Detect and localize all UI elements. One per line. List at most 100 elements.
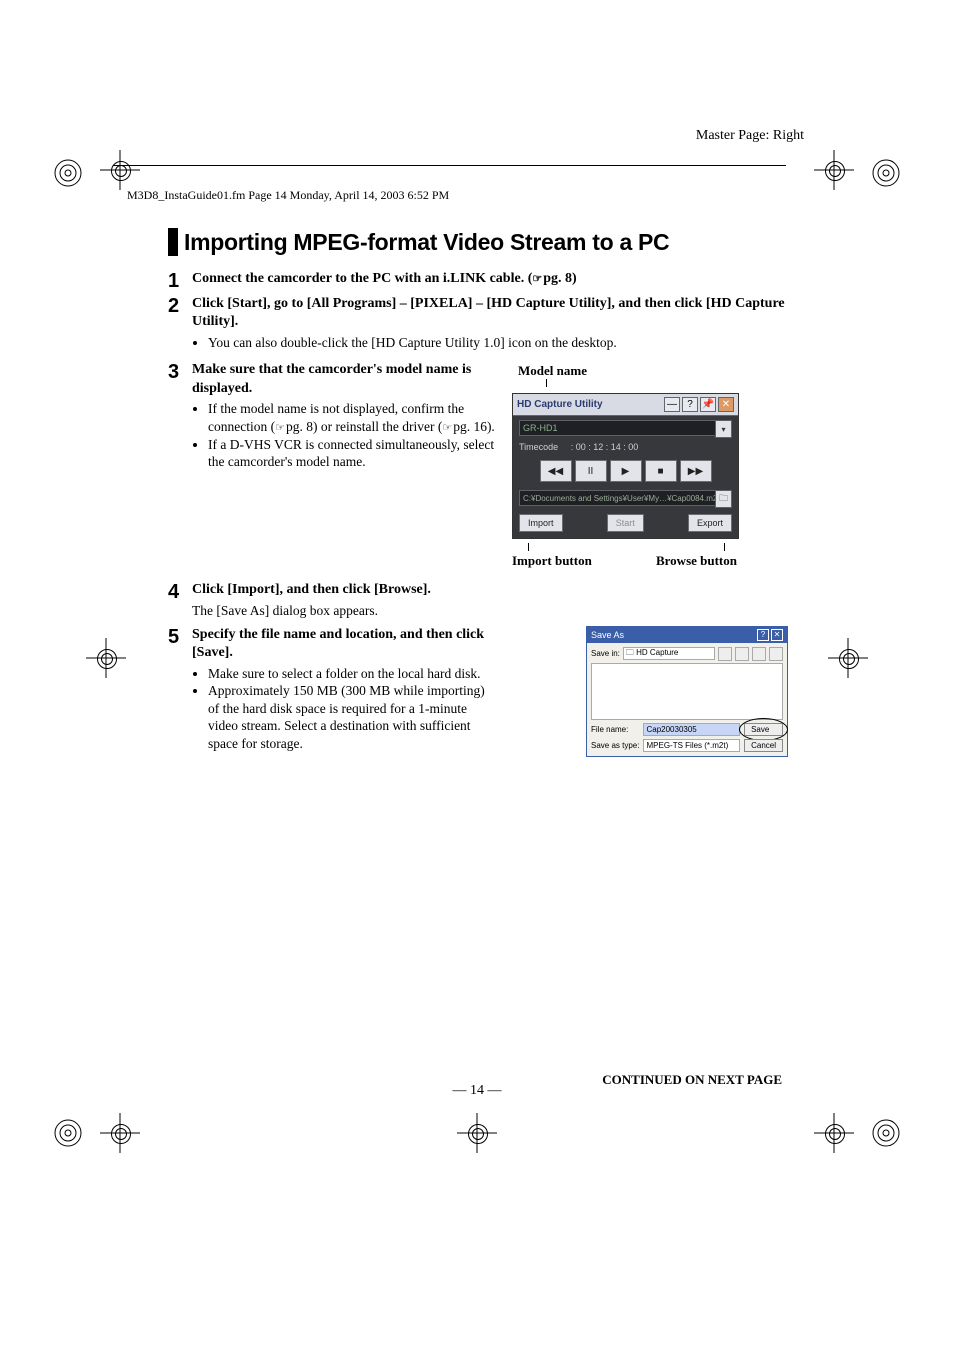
step-bullet: Approximately 150 MB (300 MB while impor… [208, 682, 498, 752]
hdc-bottom-row: Import Start Export [519, 514, 732, 532]
crop-mark-ml [86, 638, 126, 678]
up-folder-icon[interactable] [735, 647, 749, 661]
close-button[interactable]: ✕ [718, 397, 734, 412]
pointing-hand-icon [275, 419, 286, 434]
path-field: C:¥Documents and Settings¥User¥My…¥Cap00… [519, 490, 732, 506]
minimize-button[interactable]: — [664, 397, 680, 412]
rewind-button[interactable]: ◀◀ [540, 460, 572, 482]
step-bullet: Make sure to select a folder on the loca… [208, 665, 498, 683]
step-1: 1 Connect the camcorder to the PC with a… [168, 270, 788, 291]
timecode-value: : 00 : 12 : 14 : 00 [571, 442, 639, 452]
play-button[interactable]: ▶ [610, 460, 642, 482]
crop-mark-tl [100, 150, 140, 190]
timecode-label: Timecode [519, 442, 558, 452]
step-5-row: 5 Specify the file name and location, an… [168, 626, 788, 763]
section-title: Importing MPEG-format Video Stream to a … [184, 229, 669, 256]
stop-button[interactable]: ■ [645, 460, 677, 482]
page: Master Page: Right M3D8_InstaGuide01.fm … [0, 0, 954, 1351]
model-dropdown[interactable]: GR-HD1 ▾ [519, 420, 732, 436]
step-number: 2 [168, 296, 192, 316]
step-bold-text: Click [Start], go to [All Programs] – [P… [192, 295, 788, 332]
close-button[interactable]: ✕ [771, 629, 783, 641]
path-value: C:¥Documents and Settings¥User¥My…¥Cap00… [523, 494, 720, 503]
file-name-value: Cap20030305 [646, 725, 696, 734]
registration-mark-tr [868, 155, 904, 191]
callout-pointer-icon [546, 379, 547, 387]
step-ref: pg. 8) [543, 271, 576, 286]
save-as-titlebar: Save As ? ✕ [587, 627, 787, 643]
step-paragraph: The [Save As] dialog box appears. [192, 602, 788, 620]
model-value: GR-HD1 [523, 423, 558, 433]
crop-mark-tr [814, 150, 854, 190]
export-button[interactable]: Export [688, 514, 732, 532]
callout-model-name: Model name [518, 363, 788, 379]
start-button[interactable]: Start [607, 514, 644, 532]
step-bold-text: Connect the camcorder to the PC with an … [192, 271, 532, 286]
hdc-body: GR-HD1 ▾ Timecode : 00 : 12 : 14 : 00 ◀◀… [513, 416, 738, 538]
step-bold-text: Make sure that the camcorder's model nam… [192, 361, 498, 398]
page-number: — 14 — [0, 1083, 954, 1099]
registration-mark-tl [50, 155, 86, 191]
save-as-title: Save As [591, 630, 624, 640]
view-menu-icon[interactable] [769, 647, 783, 661]
pause-button[interactable]: II [575, 460, 607, 482]
step-body: Click [Start], go to [All Programs] – [P… [192, 295, 788, 357]
step-2: 2 Click [Start], go to [All Programs] – … [168, 295, 788, 357]
import-button[interactable]: Import [519, 514, 563, 532]
step-number: 1 [168, 271, 192, 291]
crop-mark-br [814, 1113, 854, 1153]
step-bold-text: Specify the file name and location, and … [192, 626, 498, 663]
save-as-body: Save in: 🗀 HD Capture File name: [587, 643, 787, 756]
step-body: Specify the file name and location, and … [192, 626, 498, 759]
step-body: Connect the camcorder to the PC with an … [192, 270, 788, 288]
file-name-label: File name: [591, 725, 639, 734]
step-number: 3 [168, 362, 192, 382]
step-3-row: 3 Make sure that the camcorder's model n… [168, 361, 788, 569]
step-bullet: If the model name is not displayed, conf… [208, 400, 498, 435]
save-as-type-dropdown[interactable]: MPEG-TS Files (*.m2t) [643, 739, 740, 752]
step-bullet: You can also double-click the [HD Captur… [208, 334, 788, 352]
hdc-titlebar: HD Capture Utility — ? 📌 ✕ [513, 394, 738, 416]
pin-button[interactable]: 📌 [700, 397, 716, 412]
save-as-type-label: Save as type: [591, 741, 639, 750]
callout-import-button: Import button [512, 553, 592, 568]
save-as-type-value: MPEG-TS Files (*.m2t) [646, 741, 728, 750]
step-number: 5 [168, 627, 192, 647]
nav-back-icon[interactable] [718, 647, 732, 661]
callout-pointer-icon [528, 543, 529, 551]
bullet-text: pg. 16). [453, 419, 495, 434]
callout-pointer-icon [724, 543, 725, 551]
save-button[interactable]: Save [744, 723, 783, 736]
step-number: 4 [168, 582, 192, 602]
section-heading: Importing MPEG-format Video Stream to a … [168, 228, 788, 256]
callout-browse-button: Browse button [656, 553, 737, 568]
save-in-value: 🗀 HD Capture [626, 647, 678, 661]
hd-capture-window: HD Capture Utility — ? 📌 ✕ GR-HD1 ▾ Time… [512, 393, 739, 539]
registration-mark-br [868, 1115, 904, 1151]
file-list-area[interactable] [591, 663, 783, 720]
timecode-row: Timecode : 00 : 12 : 14 : 00 [519, 442, 732, 452]
file-name-input[interactable]: Cap20030305 [643, 723, 740, 736]
transport-controls: ◀◀ II ▶ ■ ▶▶ [519, 460, 732, 482]
crop-mark-mr [828, 638, 868, 678]
chevron-down-icon[interactable]: ▾ [715, 420, 732, 438]
step-3: 3 Make sure that the camcorder's model n… [168, 361, 498, 476]
fast-forward-button[interactable]: ▶▶ [680, 460, 712, 482]
step-bullet: If a D-VHS VCR is connected simultaneous… [208, 436, 498, 471]
header-rule [113, 165, 786, 166]
save-in-label: Save in: [591, 649, 620, 658]
new-folder-icon[interactable] [752, 647, 766, 661]
save-in-dropdown[interactable]: 🗀 HD Capture [623, 647, 715, 660]
help-button[interactable]: ? [682, 397, 698, 412]
registration-mark-bl [50, 1115, 86, 1151]
step-body: Make sure that the camcorder's model nam… [192, 361, 498, 476]
step-bold-text: Click [Import], and then click [Browse]. [192, 581, 788, 599]
browse-button[interactable]: 🗀 [715, 490, 732, 508]
help-button[interactable]: ? [757, 629, 769, 641]
step-4: 4 Click [Import], and then click [Browse… [168, 581, 788, 619]
crop-mark-bl [100, 1113, 140, 1153]
cancel-button[interactable]: Cancel [744, 739, 783, 752]
header-text: M3D8_InstaGuide01.fm Page 14 Monday, Apr… [127, 188, 449, 203]
section-bar-icon [168, 228, 178, 256]
screenshot-save-as: Save As ? ✕ Save in: 🗀 HD Capture [512, 626, 788, 757]
